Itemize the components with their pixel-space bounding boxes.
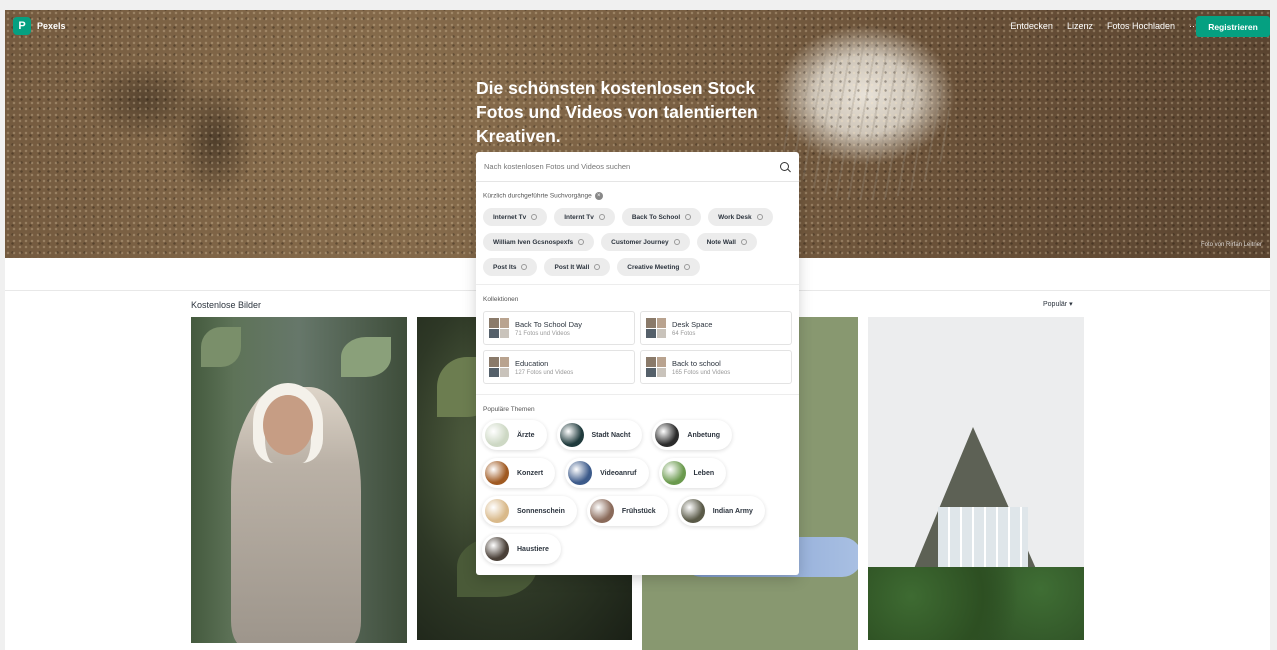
- collection-thumbnail: [489, 318, 509, 338]
- collection-card[interactable]: Desk Space 64 Fotos: [640, 311, 792, 345]
- search-icon: [756, 214, 763, 220]
- photo-card-4[interactable]: [868, 317, 1084, 640]
- collection-thumbnail: [646, 357, 666, 377]
- collection-card[interactable]: Back to school 165 Fotos und Videos: [640, 350, 792, 384]
- search-input[interactable]: [484, 162, 774, 171]
- search-icon: [684, 264, 691, 270]
- search-icon: [685, 214, 692, 220]
- topic-chip[interactable]: Ärzte: [482, 420, 547, 450]
- recent-chip[interactable]: Back To School: [621, 208, 702, 226]
- page: P Pexels Entdecken Lizenz Fotos Hochlade…: [5, 10, 1270, 650]
- recent-searches-heading: Kürzlich durchgeführte Suchvorgänge ×: [483, 192, 603, 200]
- topic-chip[interactable]: Frühstück: [586, 496, 668, 526]
- photo-credit[interactable]: Foto von Rirfan Leitner: [1201, 242, 1262, 248]
- search-icon: [578, 239, 585, 245]
- topic-image: [485, 537, 509, 561]
- recent-chip[interactable]: Creative Meeting: [617, 258, 701, 276]
- topic-chip[interactable]: Stadt Nacht: [556, 420, 643, 450]
- top-nav: Entdecken Lizenz Fotos Hochladen ···: [1010, 21, 1198, 31]
- recent-chip[interactable]: William Iven Gcsnospexfs: [483, 233, 595, 251]
- recent-chip[interactable]: Post Its: [483, 258, 538, 276]
- search-icon: [673, 239, 680, 245]
- clear-recent-icon[interactable]: ×: [594, 192, 603, 200]
- recent-chip[interactable]: Internet Tv: [483, 208, 548, 226]
- brand-name: Pexels: [37, 21, 66, 31]
- topic-image: [485, 423, 509, 447]
- topic-image: [485, 499, 509, 523]
- popular-topics: Ärzte Stadt Nacht Anbetung Konzert Video…: [482, 420, 796, 564]
- search-icon: [531, 214, 538, 220]
- pexels-logo[interactable]: P Pexels: [13, 17, 66, 35]
- topic-image: [661, 461, 686, 485]
- topic-image: [655, 423, 680, 447]
- search-dropdown: Kürzlich durchgeführte Suchvorgänge× Int…: [476, 152, 799, 575]
- topic-chip[interactable]: Konzert: [482, 458, 556, 488]
- shell-image: [780, 40, 950, 200]
- register-button[interactable]: Registrieren: [1196, 16, 1270, 37]
- recent-searches: Internet Tv Internt Tv Back To School Wo…: [483, 208, 793, 276]
- topic-image: [568, 461, 593, 485]
- sort-dropdown[interactable]: Populär ▾: [1043, 300, 1073, 308]
- search-icon: [594, 264, 601, 270]
- recent-chip[interactable]: Work Desk: [708, 208, 773, 226]
- topic-chip[interactable]: Indian Army: [677, 496, 765, 526]
- topic-chip[interactable]: Anbetung: [652, 420, 733, 450]
- recent-chip[interactable]: Customer Journey: [601, 233, 690, 251]
- search-bar: [476, 152, 799, 182]
- recent-chip[interactable]: Post It Wall: [544, 258, 611, 276]
- hero-title: Die schönsten kostenlosen Stock Fotos un…: [476, 78, 758, 146]
- recent-chip[interactable]: Note Wall: [696, 233, 757, 251]
- nav-fotos-hochladen[interactable]: Fotos Hochladen: [1107, 21, 1175, 31]
- recent-chip[interactable]: Internt Tv: [554, 208, 615, 226]
- topic-image: [485, 461, 509, 485]
- collections-grid: Back To School Day 71 Fotos und Videos De…: [483, 311, 793, 384]
- topic-chip[interactable]: Videoanruf: [565, 458, 649, 488]
- search-icon: [598, 214, 605, 220]
- nav-entdecken[interactable]: Entdecken: [1010, 21, 1053, 31]
- section-title: Kostenlose Bilder: [191, 300, 262, 310]
- photo-card-1[interactable]: [191, 317, 407, 643]
- search-icon: [740, 239, 747, 245]
- collection-card[interactable]: Back To School Day 71 Fotos und Videos: [483, 311, 635, 345]
- topic-image: [559, 423, 584, 447]
- topics-heading: Populäre Themen: [483, 406, 535, 413]
- collection-card[interactable]: Education 127 Fotos und Videos: [483, 350, 635, 384]
- search-icon[interactable]: [780, 162, 789, 171]
- topic-chip[interactable]: Haustiere: [482, 534, 561, 564]
- search-icon: [521, 264, 528, 270]
- collections-heading: Kollektionen: [483, 296, 519, 303]
- pexels-logo-icon: P: [13, 17, 31, 35]
- collection-thumbnail: [646, 318, 666, 338]
- topic-image: [680, 499, 705, 523]
- topic-chip[interactable]: Leben: [658, 458, 727, 488]
- collection-thumbnail: [489, 357, 509, 377]
- topic-image: [589, 499, 614, 523]
- nav-lizenz[interactable]: Lizenz: [1067, 21, 1093, 31]
- topic-chip[interactable]: Sonnenschein: [482, 496, 577, 526]
